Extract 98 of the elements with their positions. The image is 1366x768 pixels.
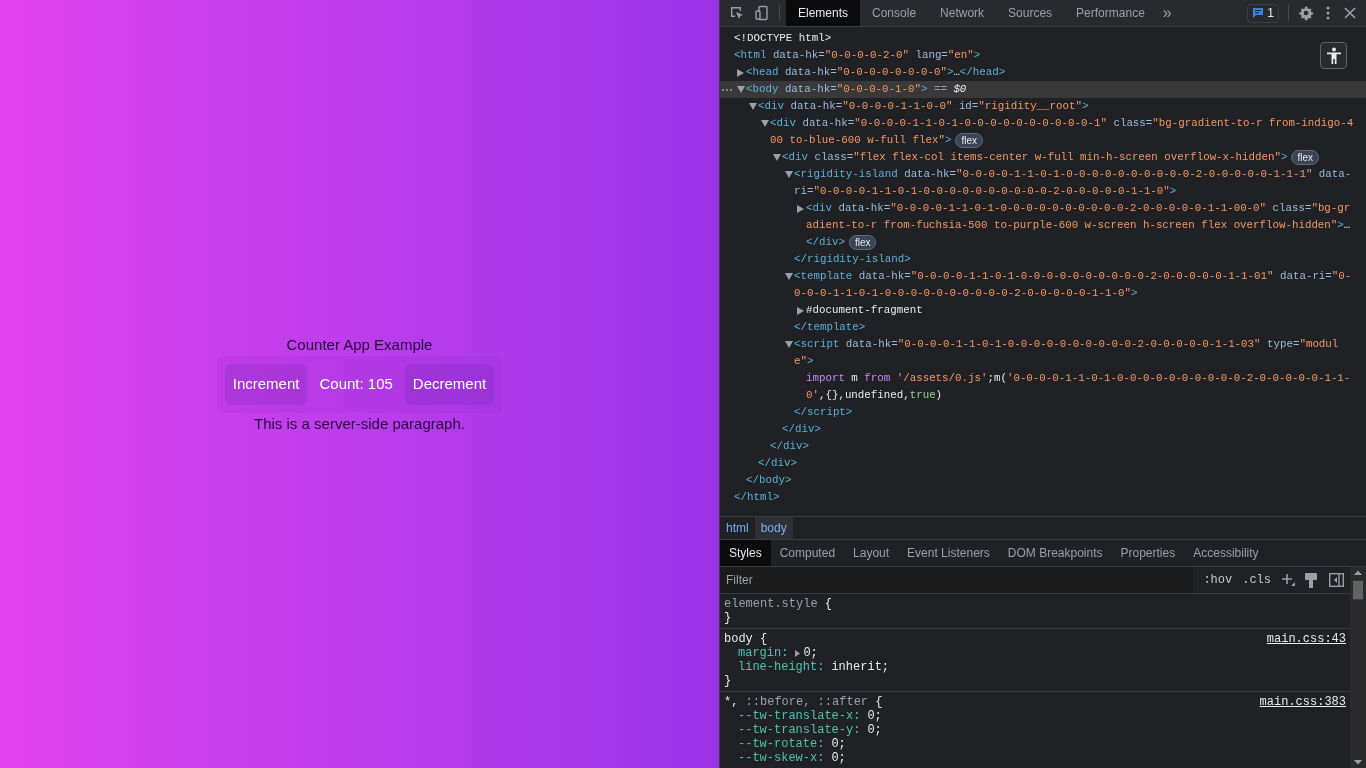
- css-selector: *, ::before, ::after {: [724, 695, 883, 709]
- expanded-arrow-icon[interactable]: [737, 86, 745, 93]
- dom-code-line: adient-to-r from-fuchsia-500 to-purple-600 w-screen h-screen flex overflow-hidden">…: [806, 218, 1351, 233]
- expanded-arrow-icon[interactable]: [761, 120, 769, 127]
- dom-code-line: </div>: [782, 422, 821, 437]
- dom-code-line: </div>: [770, 439, 809, 454]
- sidebar-tab[interactable]: Accessibility: [1184, 540, 1268, 566]
- close-icon[interactable]: [1344, 7, 1356, 19]
- css-value: 0;: [867, 709, 882, 723]
- panel-tab[interactable]: Performance: [1064, 0, 1157, 26]
- panel-tab[interactable]: Console: [860, 0, 929, 26]
- paragraph: This is a server-side paragraph.: [254, 413, 465, 434]
- dom-code-line: 0-0-0-1-1-0-1-0-0-0-0-0-0-0-0-0-0-2-0-0-0-0-0-1-1-0">: [794, 286, 1138, 301]
- message-icon: [1252, 7, 1265, 19]
- paint-brush-icon[interactable]: [1305, 572, 1317, 588]
- dom-code-line: <html data-hk="0-0-0-0-2-0" lang="en">: [734, 48, 981, 63]
- dom-code-line: </div>: [758, 456, 797, 471]
- dom-code-line: <script data-hk="0-0-0-0-1-1-0-1-0-0-0-0-0-0-0-0-0-0-2-0-0-0-0-0-1-1-03" type="modul: [794, 337, 1339, 352]
- css-selector: body {: [724, 632, 768, 646]
- expanded-arrow-icon[interactable]: [785, 171, 793, 178]
- accessibility-tree-button[interactable]: [1320, 42, 1347, 69]
- dom-code-line: <body data-hk="0-0-0-0-1-0"> == $0: [746, 82, 967, 97]
- person-icon: [1326, 46, 1341, 65]
- css-value: 0;: [831, 751, 846, 765]
- expanded-arrow-icon[interactable]: [785, 273, 793, 280]
- sidebar-tab[interactable]: Layout: [844, 540, 899, 566]
- issues-count: 1: [1267, 5, 1274, 22]
- panel-tab[interactable]: Network: [928, 0, 997, 26]
- dom-code-line: </script>: [794, 405, 853, 420]
- dom-code-line: import m from '/assets/0.js';m('0-0-0-0-1-1-0-1-0-0-0-0-0-0-0-0-0-0-2-0-0-0-0-0-1-1-: [806, 371, 1351, 386]
- dom-code-line: 0',{},undefined,true): [806, 388, 943, 403]
- dom-code-line: </template>: [794, 320, 866, 335]
- expanded-arrow-icon[interactable]: [785, 341, 793, 348]
- filter-input[interactable]: Filter: [720, 567, 1194, 593]
- inspect-icon[interactable]: [729, 5, 745, 21]
- app-title: Counter App Example: [286, 334, 433, 355]
- css-value: inherit;: [831, 660, 890, 674]
- dom-code-line: ri="0-0-0-0-1-1-0-1-0-0-0-0-0-0-0-0-0-0-2-0-0-0-0-0-1-1-0">: [794, 184, 1177, 199]
- dom-code-line: <div data-hk="0-0-0-0-1-1-0-1-0-0-0-0-0-0-0-0-0-0-2-0-0-0-0-0-1-1-00-0" class="bg-gr: [806, 201, 1351, 216]
- closing-brace: }: [724, 611, 733, 625]
- css-value: 0;: [803, 646, 818, 660]
- new-rule-icon[interactable]: [1281, 573, 1295, 587]
- breadcrumb-item[interactable]: body: [754, 517, 793, 539]
- increment-button[interactable]: Increment: [224, 363, 308, 405]
- css-property: --tw-rotate:: [738, 737, 825, 751]
- css-value: 0;: [867, 723, 882, 737]
- closing-brace: }: [724, 674, 733, 688]
- scrollbar[interactable]: [1350, 567, 1366, 768]
- dom-code-line: e">: [794, 354, 814, 369]
- css-property: --tw-translate-x:: [738, 709, 861, 723]
- dom-code-line: </html>: [734, 490, 780, 505]
- collapsed-arrow-icon[interactable]: [737, 68, 744, 77]
- class-toggle[interactable]: .cls: [1242, 571, 1271, 589]
- dom-code-line: </div>: [806, 235, 845, 250]
- dom-code-line: <!DOCTYPE html>: [734, 31, 832, 46]
- sidebar-tab[interactable]: Styles: [720, 540, 771, 566]
- sidebar-tab[interactable]: Event Listeners: [898, 540, 999, 566]
- flex-badge[interactable]: flex: [848, 235, 877, 250]
- hover-state-toggle[interactable]: :hov: [1203, 571, 1233, 589]
- count-label: Count: 105: [318, 373, 394, 394]
- expand-arrow-icon[interactable]: [795, 649, 801, 657]
- sidebar-tab[interactable]: Computed: [770, 540, 845, 566]
- dom-code-line: <rigidity-island data-hk="0-0-0-0-1-1-0-1-0-0-0-0-0-0-0-0-0-0-2-0-0-0-0-0-1-1-1" data-: [794, 167, 1352, 182]
- dom-code-line: </rigidity-island>: [794, 252, 911, 267]
- sidebar-toggle-icon[interactable]: [1329, 573, 1344, 587]
- more-options-icon[interactable]: [1326, 6, 1330, 20]
- css-property: --tw-translate-y:: [738, 723, 861, 737]
- css-property: line-height:: [738, 660, 825, 674]
- expanded-arrow-icon[interactable]: [773, 154, 781, 161]
- css-property: margin:: [738, 646, 789, 660]
- dom-code-line: <head data-hk="0-0-0-0-0-0-0-0">…</head>: [746, 65, 1006, 80]
- panel-tab[interactable]: Sources: [996, 0, 1065, 26]
- device-icon[interactable]: [754, 5, 770, 21]
- dom-code-line: </body>: [746, 473, 792, 488]
- source-link[interactable]: main.css:383: [1259, 695, 1346, 709]
- collapsed-arrow-icon[interactable]: [797, 306, 804, 315]
- source-link[interactable]: main.css:43: [1266, 632, 1346, 646]
- flex-badge[interactable]: flex: [1291, 150, 1319, 165]
- panel-tab[interactable]: Elements: [786, 0, 861, 26]
- dom-code-line: <template data-hk="0-0-0-0-1-1-0-1-0-0-0-0-0-0-0-0-0-0-2-0-0-0-0-0-1-1-01" data-ri="0-: [794, 269, 1352, 284]
- breadcrumb-item[interactable]: html: [720, 517, 755, 539]
- css-selector: element.style {: [724, 597, 833, 611]
- dom-code-line: <div class="flex flex-col items-center w-full min-h-screen overflow-x-hidden">: [782, 150, 1288, 165]
- dom-code-line: <div data-hk="0-0-0-0-1-1-0-1-0-0-0-0-0-0-0-0-0-0-1" class="bg-gradient-to-r from-indigo-4: [770, 116, 1354, 131]
- settings-icon[interactable]: [1298, 5, 1314, 21]
- sidebar-tab[interactable]: Properties: [1111, 540, 1185, 566]
- collapsed-arrow-icon[interactable]: [797, 204, 804, 213]
- flex-badge[interactable]: flex: [955, 133, 983, 148]
- dom-code-line: #document-fragment: [806, 303, 923, 318]
- dom-code-line: <div data-hk="0-0-0-0-1-1-0-0" id="rigidity__root">: [758, 99, 1089, 114]
- expanded-arrow-icon[interactable]: [749, 103, 757, 110]
- css-property: --tw-skew-x:: [738, 751, 825, 765]
- decrement-button[interactable]: Decrement: [404, 363, 495, 405]
- more-tabs-button[interactable]: »: [1158, 1, 1176, 25]
- issues-button[interactable]: 1: [1247, 3, 1279, 23]
- sidebar-tab[interactable]: DOM Breakpoints: [998, 540, 1112, 566]
- css-value: 0;: [831, 737, 846, 751]
- dom-code-line: 00 to-blue-600 w-full flex">: [770, 133, 952, 148]
